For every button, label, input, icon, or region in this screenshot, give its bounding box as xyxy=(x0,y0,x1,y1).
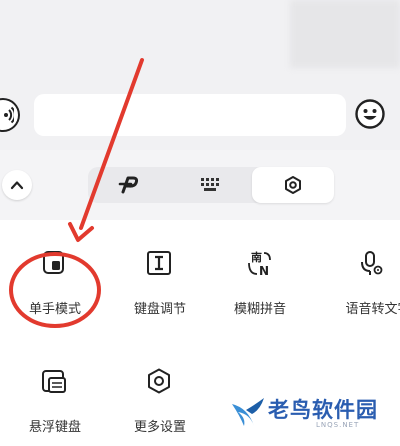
one-hand-icon xyxy=(43,251,64,274)
keyboard-toolbar xyxy=(0,150,400,220)
grid-label: 语音转文字 xyxy=(345,302,400,317)
voice-to-text-icon xyxy=(361,251,383,275)
chevron-up-icon xyxy=(10,181,24,190)
keyboard-adjust-button[interactable]: 键盘调节 xyxy=(110,238,210,328)
hexagon-settings-icon xyxy=(285,176,301,194)
keyboard-icon xyxy=(201,178,219,191)
collapse-button[interactable] xyxy=(2,170,32,200)
watermark-url: LNQS.NET xyxy=(316,421,360,429)
watermark-title: 老鸟软件园 xyxy=(268,398,378,422)
fuzzy-pinyin-icon: 南 N xyxy=(248,250,271,278)
voice-input-button[interactable] xyxy=(0,98,20,132)
more-settings-button[interactable]: 更多设置 xyxy=(110,356,210,446)
floating-keyboard-icon xyxy=(42,370,66,393)
blurred-content-card xyxy=(290,0,400,68)
grid-label: 键盘调节 xyxy=(133,302,186,317)
tab-settings[interactable] xyxy=(252,167,334,203)
bird-logo-icon xyxy=(232,398,264,426)
hexagon-settings-icon xyxy=(148,368,170,394)
floating-keyboard-button[interactable]: 悬浮键盘 xyxy=(5,356,105,446)
grid-label: 单手模式 xyxy=(28,302,81,317)
grid-label: 悬浮键盘 xyxy=(28,420,81,435)
one-hand-mode-button[interactable]: 单手模式 xyxy=(5,238,105,328)
swipe-p-icon xyxy=(118,176,139,194)
input-row xyxy=(0,88,400,142)
message-input[interactable] xyxy=(34,94,346,136)
grid-label: 模糊拼音 xyxy=(233,302,286,317)
smiley-icon xyxy=(355,99,385,129)
tab-keyboard[interactable] xyxy=(170,167,252,203)
fuzzy-glyph-bottom: N xyxy=(259,264,269,278)
emoji-button[interactable] xyxy=(354,98,386,130)
fuzzy-glyph-top: 南 xyxy=(251,250,262,264)
watermark: 老鸟软件园 LNQS.NET xyxy=(230,392,400,437)
tab-swipe-input[interactable] xyxy=(88,167,170,203)
fuzzy-pinyin-button[interactable]: 南 N 模糊拼音 xyxy=(210,238,310,328)
toolbar-tabs xyxy=(88,167,334,203)
voice-to-text-button[interactable]: 语音转文字 xyxy=(322,238,400,328)
grid-label: 更多设置 xyxy=(133,420,186,435)
sound-waves-icon xyxy=(4,106,14,124)
resize-icon xyxy=(147,251,171,275)
